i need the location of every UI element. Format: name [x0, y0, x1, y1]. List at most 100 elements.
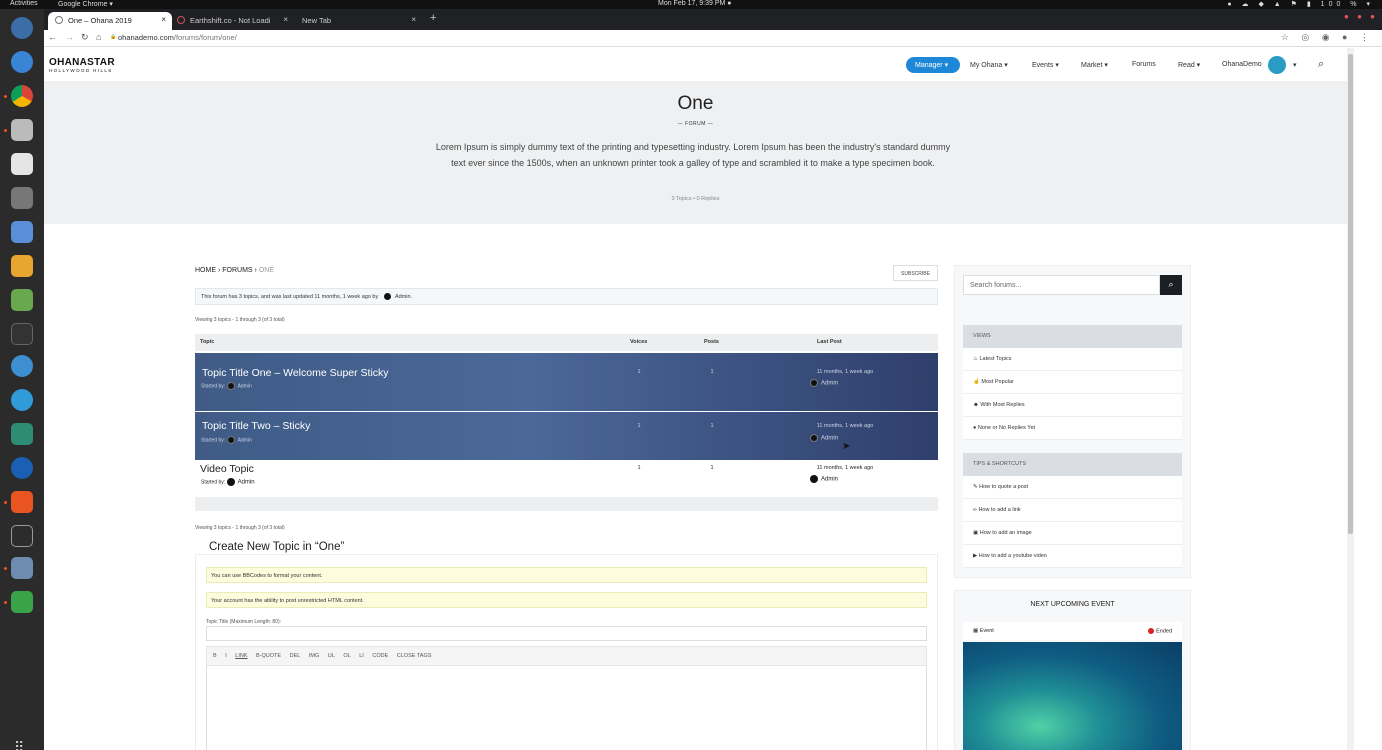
forum-hero: One — FORUM — Lorem Ipsum is simply dumm… — [44, 82, 1347, 224]
nav-forums[interactable]: Forums — [1132, 61, 1156, 68]
nav-events[interactable]: Events ▾ — [1032, 61, 1059, 69]
user-caret-icon[interactable]: ▾ — [1293, 61, 1297, 69]
close-tags-button[interactable]: CLOSE TAGS — [397, 653, 432, 659]
del-button[interactable]: DEL — [290, 653, 301, 659]
tab-close-icon[interactable]: × — [161, 15, 166, 24]
topic-author-link[interactable]: Admin — [238, 437, 252, 443]
tab-close-icon[interactable]: × — [411, 15, 416, 24]
search-submit-button[interactable]: ⌕ — [1160, 275, 1182, 295]
home-icon[interactable]: ⌂ — [96, 32, 101, 42]
tip-add-image[interactable]: ▣ How to add an image — [963, 522, 1182, 545]
tab-earthshift[interactable]: Earthshift.co - Not Loadi × — [170, 12, 294, 30]
system-tray[interactable]: ● ☁ ◆ ▲ ⚑ ▮ 100 % ▾ — [1227, 0, 1374, 8]
last-author-link[interactable]: Admin — [821, 436, 838, 442]
bold-button[interactable]: B — [213, 653, 217, 659]
view-latest-topics[interactable]: ♨ Latest Topics — [963, 348, 1182, 371]
tab-label: New Tab — [302, 16, 332, 25]
tip-add-youtube[interactable]: ▶ How to add a youtube video — [963, 545, 1182, 568]
scrollbar-thumb[interactable] — [1348, 54, 1353, 534]
back-icon[interactable]: ← — [48, 32, 57, 42]
notice-author-link[interactable]: Admin. — [395, 294, 412, 300]
view-most-popular[interactable]: ☝ Most Popular — [963, 371, 1182, 394]
terminal-dark-icon[interactable] — [11, 323, 33, 345]
freshness-link[interactable]: 11 months, 1 week ago — [785, 465, 905, 471]
crumb-forums-link[interactable]: FORUMS — [222, 267, 252, 274]
sync-icon[interactable] — [11, 355, 33, 377]
nav-read[interactable]: Read ▾ — [1178, 61, 1200, 69]
tab-new-tab[interactable]: New Tab × — [294, 12, 422, 30]
topic-title-input[interactable] — [206, 626, 927, 641]
app-menu[interactable]: Google Chrome ▾ — [58, 0, 113, 8]
forward-icon[interactable]: → — [65, 32, 74, 42]
freshness-link[interactable]: 11 months, 1 week ago — [785, 369, 905, 375]
bitwarden-icon[interactable] — [11, 457, 33, 479]
extension-icons[interactable]: ☆ ◎ ◉ ● ⋮ — [1281, 32, 1374, 43]
typora-icon[interactable] — [11, 423, 33, 445]
crumb-separator: › — [217, 267, 221, 274]
window-controls[interactable]: ● ● ● — [1344, 12, 1378, 21]
avatar — [226, 478, 235, 486]
table-row[interactable]: Topic Title One – Welcome Super Sticky S… — [195, 353, 938, 411]
view-no-replies[interactable]: ● None or No Replies Yet — [963, 417, 1182, 440]
spreadsheet-icon[interactable] — [11, 591, 33, 613]
crumb-home-link[interactable]: HOME — [195, 267, 216, 274]
tips-heading: TIPS & SHORTCUTS — [963, 453, 1182, 476]
link-button[interactable]: LINK — [235, 653, 247, 659]
avatar[interactable] — [1268, 56, 1286, 74]
topic-author-link[interactable]: Admin — [238, 479, 255, 485]
topic-content-textarea[interactable] — [206, 666, 927, 750]
event-image[interactable] — [963, 642, 1182, 750]
chrome-icon[interactable] — [11, 85, 33, 107]
earth-icon[interactable] — [11, 17, 33, 39]
last-author-link[interactable]: Admin — [821, 477, 838, 483]
nav-user[interactable]: OhanaDemo — [1222, 61, 1262, 68]
ul-button[interactable]: UL — [328, 653, 335, 659]
topic-title-link[interactable]: Topic Title Two – Sticky — [202, 420, 310, 432]
url-field[interactable]: ohanademo.com/forums/forum/one/ — [118, 33, 237, 42]
page-scrollbar[interactable] — [1347, 48, 1354, 750]
tip-quote-post[interactable]: ✎ How to quote a post — [963, 476, 1182, 499]
new-tab-icon[interactable]: + — [430, 12, 436, 24]
files-icon[interactable] — [11, 119, 33, 141]
img-button[interactable]: IMG — [309, 653, 319, 659]
paint-icon[interactable] — [11, 289, 33, 311]
ol-button[interactable]: OL — [343, 653, 350, 659]
search-icon[interactable]: ⌕ — [1318, 58, 1324, 71]
nav-market[interactable]: Market ▾ — [1081, 61, 1108, 69]
tab-close-icon[interactable]: × — [283, 15, 288, 24]
activities-button[interactable]: Activities — [10, 0, 38, 7]
view-most-replies[interactable]: ☻ With Most Replies — [963, 394, 1182, 417]
table-row[interactable]: Video Topic Started by: Admin 1 1 11 mon… — [195, 460, 938, 497]
freshness-link[interactable]: 11 months, 1 week ago — [785, 423, 905, 429]
subscribe-button[interactable]: SUBSCRIBE — [893, 265, 938, 281]
pen-icon[interactable] — [11, 389, 33, 411]
topic-title-link[interactable]: Video Topic — [200, 463, 254, 475]
table-row[interactable]: Topic Title Two – Sticky Started by: Adm… — [195, 412, 938, 460]
store-bag-icon[interactable] — [11, 255, 33, 277]
software-center-icon[interactable] — [11, 491, 33, 513]
blockquote-button[interactable]: B-QUOTE — [256, 653, 281, 659]
lock-icon[interactable]: 🔒 — [110, 34, 116, 40]
last-author-link[interactable]: Admin — [821, 381, 838, 387]
nav-my-ohana[interactable]: My Ohana ▾ — [970, 61, 1008, 69]
code-button[interactable]: CODE — [372, 653, 388, 659]
calendar-icon[interactable] — [11, 221, 33, 243]
terminal-icon[interactable] — [11, 525, 33, 547]
tab-ohana[interactable]: One – Ohana 2019 × — [48, 12, 172, 30]
reload-icon[interactable]: ↻ — [81, 32, 89, 43]
topic-title-link[interactable]: Topic Title One – Welcome Super Sticky — [202, 367, 389, 379]
manager-menu-button[interactable]: Manager ▾ — [906, 57, 960, 73]
show-apps-icon[interactable]: ⠿ — [14, 739, 24, 750]
chromium-icon[interactable] — [11, 51, 33, 73]
last-author: Admin — [810, 475, 838, 483]
mail-icon[interactable] — [11, 153, 33, 175]
topic-author-link[interactable]: Admin — [238, 383, 252, 389]
settings-icon[interactable] — [11, 557, 33, 579]
camera-icon[interactable] — [11, 187, 33, 209]
italic-button[interactable]: I — [225, 653, 227, 659]
site-logo[interactable]: OHANASTAR HOLLYWOOD HILLS — [49, 57, 115, 73]
clock[interactable]: Mon Feb 17, 9:39 PM ● — [658, 0, 732, 7]
li-button[interactable]: LI — [359, 653, 364, 659]
tip-add-link[interactable]: ∞ How to add a link — [963, 499, 1182, 522]
forum-search-input[interactable]: Search forums... — [963, 275, 1160, 295]
